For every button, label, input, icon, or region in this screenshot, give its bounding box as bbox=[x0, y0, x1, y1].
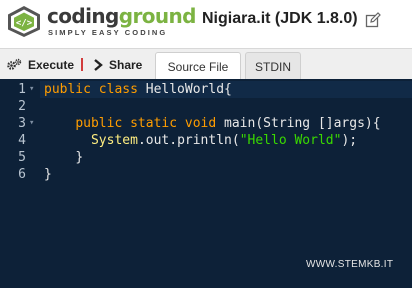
share-button[interactable]: Share bbox=[93, 49, 142, 80]
brand-name: codingground bbox=[47, 5, 196, 27]
fold-arrow-icon[interactable]: ▾ bbox=[29, 115, 34, 132]
project-title: Nigiara.it (JDK 1.8.0) bbox=[202, 10, 358, 27]
fold-arrow-icon[interactable]: ▾ bbox=[29, 81, 34, 98]
code-string: "Hello World" bbox=[239, 133, 342, 148]
line-number: 4 bbox=[18, 133, 26, 148]
code-line: System.out.println("Hello World"); bbox=[44, 132, 357, 149]
codingground-logo-icon: </> bbox=[8, 6, 40, 37]
line-number: 2 bbox=[18, 99, 26, 114]
code-line: public class HelloWorld{ bbox=[44, 81, 232, 98]
code-text-tail: ); bbox=[341, 133, 358, 148]
svg-text:</>: </> bbox=[16, 19, 33, 29]
watermark: WWW.STEMKB.IT bbox=[306, 259, 394, 270]
line-number: 5 bbox=[18, 150, 26, 165]
toolbar: Execute Share Source File STDIN bbox=[0, 48, 412, 81]
tab-source-file-label: Source File bbox=[167, 60, 229, 74]
gears-icon bbox=[7, 58, 22, 70]
code-text: HelloWorld{ bbox=[145, 82, 232, 97]
code-line: } bbox=[44, 166, 52, 183]
brand-tagline: SIMPLY EASY CODING bbox=[48, 28, 168, 37]
tab-source-file[interactable]: Source File bbox=[155, 52, 241, 81]
code-line: public static void main(String []args){ bbox=[44, 115, 381, 132]
code-text: main(String []args){ bbox=[224, 116, 381, 131]
code-object: System bbox=[90, 133, 138, 148]
edit-icon[interactable] bbox=[365, 12, 381, 28]
chevron-right-icon bbox=[94, 58, 103, 71]
line-number: 3 bbox=[18, 116, 26, 131]
code-line: } bbox=[44, 149, 83, 166]
code-keyword: public static void bbox=[75, 116, 225, 131]
brand-part1: coding bbox=[47, 4, 119, 28]
share-label: Share bbox=[109, 57, 143, 72]
toolbar-separator bbox=[81, 58, 83, 71]
execute-label: Execute bbox=[28, 57, 75, 72]
tab-stdin[interactable]: STDIN bbox=[245, 52, 301, 80]
code-keyword: public class bbox=[44, 82, 146, 97]
code-text: } bbox=[44, 167, 52, 182]
header: </> codingground SIMPLY EASY CODING Nigi… bbox=[0, 0, 412, 44]
execute-button[interactable]: Execute bbox=[6, 49, 74, 80]
line-number: 6 bbox=[18, 167, 26, 182]
line-number: 1 bbox=[18, 82, 26, 97]
code-text: .out.println( bbox=[137, 133, 240, 148]
tab-stdin-label: STDIN bbox=[255, 59, 291, 74]
code-editor[interactable]: 1 2 3 4 5 6 ▾ ▾ public class HelloWorld{… bbox=[0, 79, 412, 288]
code-text: } bbox=[75, 150, 84, 165]
brand-part2: ground bbox=[118, 4, 197, 28]
